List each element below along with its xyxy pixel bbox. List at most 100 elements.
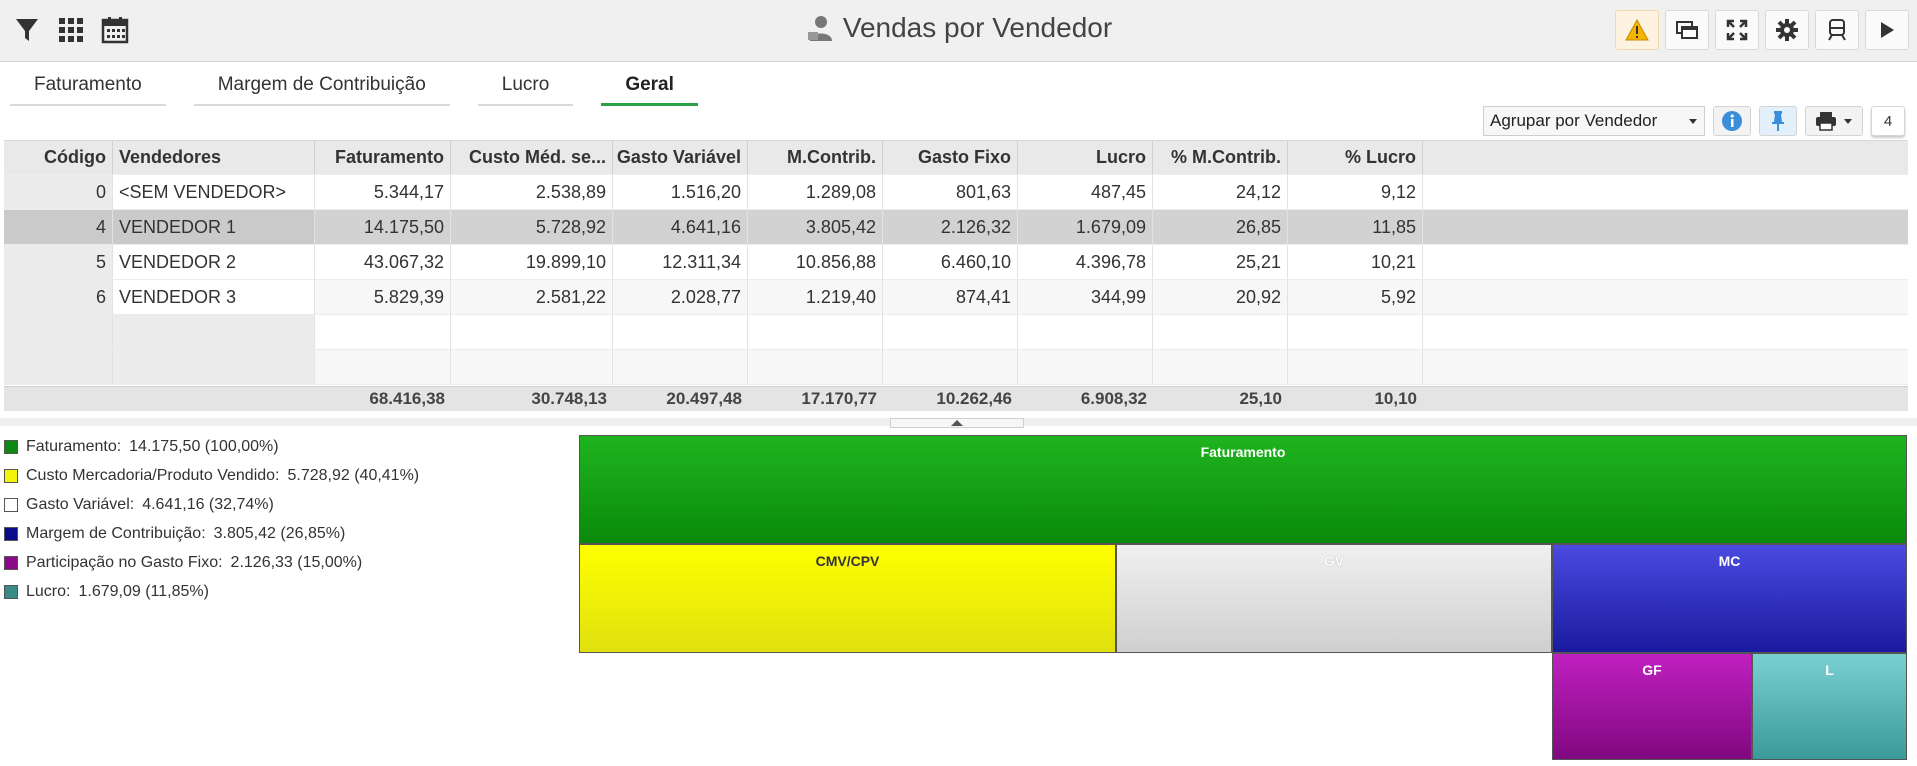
windows-button[interactable] <box>1665 10 1709 50</box>
legend-swatch <box>4 468 18 483</box>
splitter-handle[interactable] <box>890 418 1024 428</box>
page-title-text: Vendas por Vendedor <box>842 12 1113 43</box>
column-header-custo[interactable]: Custo Méd. se... <box>451 141 613 174</box>
settings-button[interactable] <box>1765 10 1809 50</box>
pin-icon <box>1772 111 1784 131</box>
cell-gasto-variavel: 12.311,34 <box>613 245 748 279</box>
total-pct-lucro: 10,10 <box>1374 389 1417 408</box>
cell-pct-mcontrib: 24,12 <box>1153 175 1288 209</box>
table-row[interactable]: 5 VENDEDOR 2 43.067,32 19.899,10 12.311,… <box>4 245 1908 280</box>
cell-pct-lucro: 9,12 <box>1288 175 1423 209</box>
treemap-tile-mc[interactable]: MC <box>1552 544 1907 653</box>
fullscreen-button[interactable] <box>1715 10 1759 50</box>
info-button[interactable] <box>1713 106 1751 136</box>
column-header-faturamento[interactable]: Faturamento <box>315 141 451 174</box>
calendar-icon[interactable] <box>100 14 130 46</box>
cell-vendedor: VENDEDOR 2 <box>113 245 315 279</box>
play-button[interactable] <box>1865 10 1909 50</box>
treemap-tile-gv[interactable]: GV <box>1116 544 1552 653</box>
cell-lucro: 344,99 <box>1018 280 1153 314</box>
cell-gasto-variavel: 4.641,16 <box>613 210 748 244</box>
table-row-empty <box>4 350 1908 385</box>
record-count-badge: 4 <box>1871 106 1905 136</box>
column-header-lucro[interactable]: Lucro <box>1018 141 1153 174</box>
tab-faturamento[interactable]: Faturamento <box>10 66 166 106</box>
table-header-row: Código Vendedores Faturamento Custo Méd.… <box>4 140 1908 175</box>
pin-button[interactable] <box>1759 106 1797 136</box>
legend-swatch <box>4 555 18 570</box>
page-title: Vendas por Vendedor <box>805 12 1112 44</box>
treemap-tile-gf[interactable]: GF <box>1552 653 1752 760</box>
filter-icon[interactable] <box>12 14 42 46</box>
gear-icon <box>1776 19 1798 41</box>
table-row[interactable]: 0 <SEM VENDEDOR> 5.344,17 2.538,89 1.516… <box>4 175 1908 210</box>
legend-item-margem: Margem de Contribuição: 3.805,42 (26,85%) <box>4 519 419 548</box>
collapse-up-icon <box>951 420 963 426</box>
table-row-empty <box>4 315 1908 350</box>
total-faturamento: 68.416,38 <box>369 389 445 408</box>
cell-mcontrib: 1.289,08 <box>748 175 883 209</box>
column-header-gasto-fixo[interactable]: Gasto Fixo <box>883 141 1018 174</box>
group-by-value: Agrupar por Vendedor <box>1490 111 1658 130</box>
treemap-tile-cmv[interactable]: CMV/CPV <box>579 544 1116 653</box>
total-gasto-fixo: 10.262,46 <box>936 389 1012 408</box>
cell-mcontrib: 3.805,42 <box>748 210 883 244</box>
header-right-tools <box>1615 10 1909 50</box>
cell-pct-mcontrib: 26,85 <box>1153 210 1288 244</box>
cell-pct-mcontrib: 20,92 <box>1153 280 1288 314</box>
group-by-select[interactable]: Agrupar por Vendedor <box>1483 106 1705 136</box>
info-icon <box>1722 111 1742 131</box>
cell-custo: 5.728,92 <box>451 210 613 244</box>
cell-faturamento: 43.067,32 <box>315 245 451 279</box>
treemap-tile-faturamento[interactable]: Faturamento <box>579 435 1907 544</box>
treemap-tile-l[interactable]: L <box>1752 653 1907 760</box>
cell-custo: 19.899,10 <box>451 245 613 279</box>
sales-table: Código Vendedores Faturamento Custo Méd.… <box>4 140 1908 385</box>
warning-icon <box>1625 19 1649 41</box>
column-header-pct-lucro[interactable]: % Lucro <box>1288 141 1423 174</box>
cell-lucro: 487,45 <box>1018 175 1153 209</box>
chart-legend: Faturamento: 14.175,50 (100,00%) Custo Me… <box>4 432 419 606</box>
cell-gasto-variavel: 2.028,77 <box>613 280 748 314</box>
total-lucro: 6.908,32 <box>1080 389 1147 408</box>
legend-item-faturamento: Faturamento: 14.175,50 (100,00%) <box>4 432 419 461</box>
tab-geral[interactable]: Geral <box>601 66 698 106</box>
cell-vendedor: VENDEDOR 3 <box>113 280 315 314</box>
total-mcontrib: 17.170,77 <box>801 389 877 408</box>
total-pct-mcontrib: 25,10 <box>1239 389 1282 408</box>
cell-pct-lucro: 5,92 <box>1288 280 1423 314</box>
grid-icon[interactable] <box>56 14 86 46</box>
legend-item-gasto-fixo: Participação no Gasto Fixo: 2.126,33 (15,… <box>4 548 419 577</box>
cell-pct-mcontrib: 25,21 <box>1153 245 1288 279</box>
cost-treemap: Faturamento CMV/CPV GV MC GF L <box>579 435 1907 760</box>
header-left-tools <box>12 14 130 46</box>
cell-vendedor: <SEM VENDEDOR> <box>113 175 315 209</box>
fullscreen-icon <box>1726 19 1748 41</box>
table-row[interactable]: 6 VENDEDOR 3 5.829,39 2.581,22 2.028,77 … <box>4 280 1908 315</box>
column-header-vendedores[interactable]: Vendedores <box>113 141 315 174</box>
column-header-mcontrib[interactable]: M.Contrib. <box>748 141 883 174</box>
table-row-selected[interactable]: 4 VENDEDOR 1 14.175,50 5.728,92 4.641,16… <box>4 210 1908 245</box>
printer-icon <box>1816 112 1836 131</box>
column-header-codigo[interactable]: Código <box>4 141 113 174</box>
cell-custo: 2.581,22 <box>451 280 613 314</box>
column-header-pct-mcontrib[interactable]: % M.Contrib. <box>1153 141 1288 174</box>
train-button[interactable] <box>1815 10 1859 50</box>
cell-gasto-fixo: 2.126,32 <box>883 210 1018 244</box>
print-button[interactable] <box>1805 106 1863 136</box>
caret-down-icon <box>1844 119 1852 124</box>
tab-margem-contribuicao[interactable]: Margem de Contribuição <box>193 66 450 106</box>
tab-lucro[interactable]: Lucro <box>477 66 574 106</box>
header-bar: Vendas por Vendedor <box>0 0 1917 62</box>
cell-codigo: 0 <box>4 175 113 209</box>
cell-gasto-fixo: 874,41 <box>883 280 1018 314</box>
cell-vendedor: VENDEDOR 1 <box>113 210 315 244</box>
cell-faturamento: 5.829,39 <box>315 280 451 314</box>
cell-codigo: 6 <box>4 280 113 314</box>
total-gasto-variavel: 20.497,48 <box>666 389 742 408</box>
legend-swatch <box>4 497 18 512</box>
grid-toolbar: Agrupar por Vendedor 4 <box>1483 106 1905 136</box>
warning-button[interactable] <box>1615 10 1659 50</box>
legend-item-gasto-variavel: Gasto Variável: 4.641,16 (32,74%) <box>4 490 419 519</box>
column-header-gasto-variavel[interactable]: Gasto Variável <box>613 141 748 174</box>
